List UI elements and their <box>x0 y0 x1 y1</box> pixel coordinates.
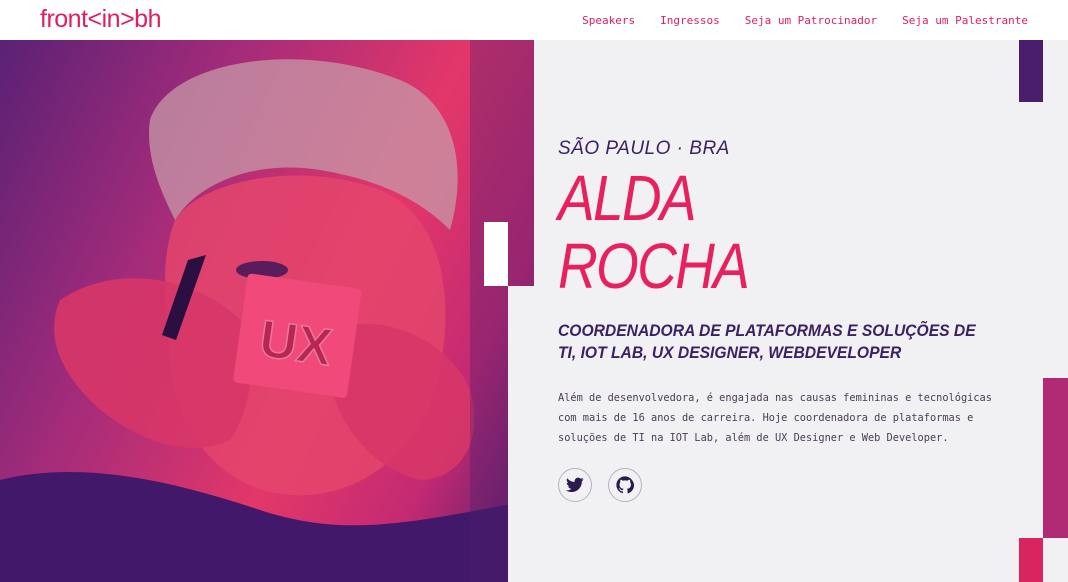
speaker-bio: Além de desenvolvedora, é engajada nas c… <box>558 392 992 444</box>
nav-palestrante[interactable]: Seja um Palestrante <box>902 14 1028 27</box>
decor-block <box>484 222 508 286</box>
decor-block <box>508 286 534 582</box>
github-button[interactable] <box>608 468 642 502</box>
twitter-button[interactable] <box>558 468 592 502</box>
top-bar: front<in>bh Speakers Ingressos Seja um P… <box>0 0 1068 40</box>
main-nav: Speakers Ingressos Seja um Patrocinador … <box>557 0 1028 40</box>
social-links <box>558 468 658 502</box>
github-icon <box>616 476 634 494</box>
speaker-name: ALDA ROCHA <box>558 164 919 300</box>
speaker-photo: UX <box>0 40 534 582</box>
speaker-last-name: ROCHA <box>558 230 750 302</box>
decor-block <box>1019 538 1043 582</box>
decor-block <box>1043 378 1068 538</box>
speaker-role: COORDENADORA DE PLATAFORMAS E SOLUÇÕES D… <box>558 321 976 362</box>
decor-block <box>1019 40 1043 102</box>
site-logo[interactable]: front<in>bh <box>40 2 162 36</box>
speaker-photo-illustration: UX <box>0 40 534 582</box>
speaker-location: SÃO PAULO · BRA <box>558 138 730 159</box>
nav-ingressos[interactable]: Ingressos <box>660 14 720 27</box>
photo-card-text: UX <box>256 310 336 378</box>
twitter-icon <box>566 477 584 492</box>
nav-patrocinador[interactable]: Seja um Patrocinador <box>745 14 877 27</box>
speaker-first-name: ALDA <box>558 162 697 234</box>
nav-speakers[interactable]: Speakers <box>582 14 635 27</box>
